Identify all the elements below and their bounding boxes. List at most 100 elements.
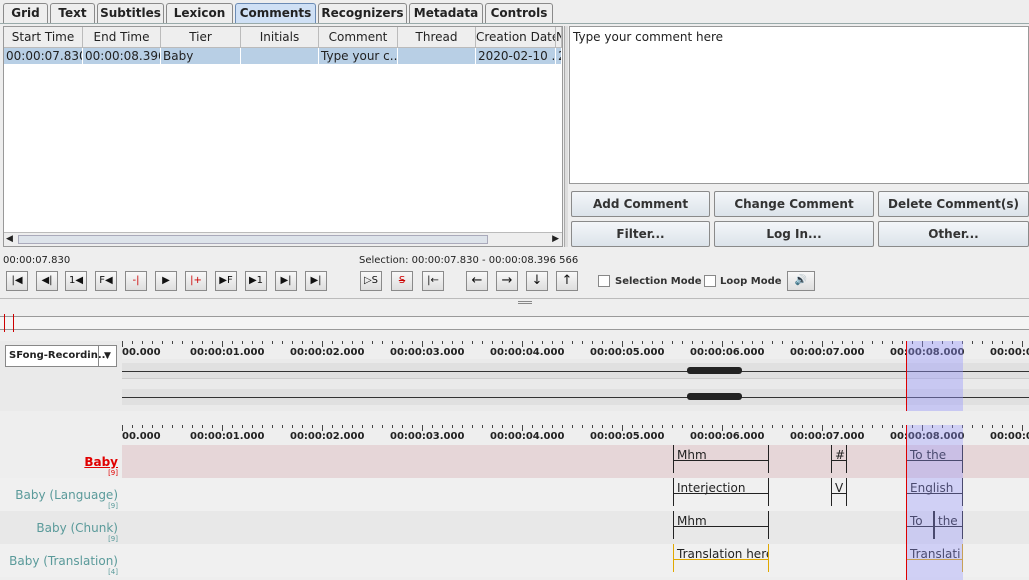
comment-textarea[interactable]: Type your comment here: [569, 26, 1029, 184]
annotation[interactable]: Interjection: [673, 478, 769, 506]
play-button[interactable]: ▶: [155, 271, 177, 291]
col-creation-date[interactable]: Creation Date: [476, 27, 556, 48]
tier-label-baby-translation[interactable]: Baby (Translation) [4]: [0, 544, 122, 577]
panel-splitter[interactable]: [564, 26, 568, 247]
go-to-begin-button[interactable]: |◀: [6, 271, 28, 291]
clear-selection-button[interactable]: S: [391, 271, 413, 291]
tier-row-baby-chunk[interactable]: Baby (Chunk) [9] Mhm To the: [0, 511, 1029, 544]
ruler-tick: [272, 425, 273, 428]
col-tier[interactable]: Tier: [161, 27, 241, 48]
annotation-viewer: 00.000 00:00:01.000 00:00:02.000 00:00:03.0…: [0, 421, 1029, 580]
horizontal-splitter[interactable]: [0, 298, 1029, 306]
ruler-tick: [882, 341, 883, 344]
delete-comments-button[interactable]: Delete Comment(s): [878, 191, 1029, 217]
step-back-frame-button[interactable]: F◀: [95, 271, 117, 291]
tier-row-baby-language[interactable]: Baby (Language) [9] Interjection V Engli…: [0, 478, 1029, 511]
ruler-tick-label: 00.000: [122, 431, 161, 442]
annotation[interactable]: English: [906, 478, 963, 506]
cell-creation-date: 2020-02-10 ...: [478, 48, 556, 64]
col-initials[interactable]: Initials: [241, 27, 319, 48]
col-start-time[interactable]: Start Time: [4, 27, 83, 48]
play-selection-button[interactable]: ▷S: [360, 271, 382, 291]
ruler-tick: [442, 341, 443, 344]
chevron-down-icon[interactable]: ▼: [98, 346, 116, 366]
tab-subtitles[interactable]: Subtitles: [97, 3, 164, 23]
tier-row-baby[interactable]: Baby [9] Mhm # To the: [0, 445, 1029, 478]
selection-end-button[interactable]: |+: [185, 271, 207, 291]
add-comment-button[interactable]: Add Comment: [571, 191, 710, 217]
selection-mode-checkbox[interactable]: [598, 275, 610, 287]
down-arrow-button[interactable]: ↓: [526, 271, 548, 291]
col-n[interactable]: N: [556, 27, 562, 48]
login-button[interactable]: Log In...: [714, 221, 874, 247]
filter-button[interactable]: Filter...: [571, 221, 710, 247]
tab-controls[interactable]: Controls: [485, 3, 553, 23]
ruler-tick: [402, 341, 403, 344]
annotation[interactable]: To the: [906, 445, 963, 473]
ruler-tick: [682, 341, 683, 344]
selection-mode-label: Selection Mode: [615, 276, 702, 287]
ruler-tick-label: 00:00:04.000: [490, 431, 565, 442]
tab-metadata[interactable]: Metadata: [409, 3, 483, 23]
ruler-tick: [142, 341, 143, 344]
previous-frame-button[interactable]: ◀|: [36, 271, 58, 291]
annotation[interactable]: #: [831, 445, 847, 473]
tier-row-baby-translation[interactable]: Baby (Translation) [4] Translation here …: [0, 544, 1029, 577]
annotation[interactable]: the: [934, 511, 963, 539]
annotation[interactable]: Translation here: [673, 544, 769, 572]
ruler-tick: [412, 425, 413, 428]
tab-recognizers[interactable]: Recognizers: [318, 3, 407, 23]
up-arrow-button[interactable]: ↑: [556, 271, 578, 291]
go-to-end-button[interactable]: ▶|: [305, 271, 327, 291]
next-frame-button[interactable]: ▶|: [275, 271, 297, 291]
col-thread[interactable]: Thread: [398, 27, 476, 48]
horizontal-scrollbar[interactable]: ◀ ▶: [4, 232, 562, 246]
change-comment-button[interactable]: Change Comment: [714, 191, 874, 217]
step-back-1s-button[interactable]: 1◀: [65, 271, 87, 291]
right-arrow-button[interactable]: →: [496, 271, 518, 291]
scroll-left-icon[interactable]: ◀: [6, 234, 13, 244]
scroll-thumb[interactable]: [18, 235, 488, 244]
step-forward-frame-button[interactable]: ▶F: [215, 271, 237, 291]
ruler-tick: [632, 341, 633, 344]
ruler-tick: [252, 341, 253, 344]
cell-comment: Type your c...: [321, 48, 398, 64]
tier-label-baby[interactable]: Baby [9]: [0, 445, 122, 478]
tab-lexicon[interactable]: Lexicon: [166, 3, 233, 23]
other-button[interactable]: Other...: [878, 221, 1029, 247]
ruler-tick: [432, 341, 433, 344]
step-forward-1s-button[interactable]: ▶1: [245, 271, 267, 291]
ruler-tick-label: 00:00:06.000: [690, 431, 765, 442]
ruler-tick: [832, 425, 833, 428]
table-row[interactable]: 00:00:07.830 00:00:08.396 Baby Type your…: [4, 48, 562, 64]
annotation[interactable]: To: [906, 511, 934, 539]
media-file-select[interactable]: SFong-Recordin... ▼: [5, 345, 117, 367]
ruler-tick: [862, 341, 863, 344]
col-end-time[interactable]: End Time: [83, 27, 161, 48]
left-arrow-button[interactable]: ←: [466, 271, 488, 291]
annotation[interactable]: Mhm: [673, 511, 769, 539]
annotation[interactable]: Translati: [906, 544, 963, 572]
ruler-tick-label: 00:00:01.000: [190, 431, 265, 442]
tab-text[interactable]: Text: [50, 3, 95, 23]
volume-icon[interactable]: 🔊: [787, 271, 815, 291]
selection-jump-button[interactable]: |←: [422, 271, 444, 291]
scroll-right-icon[interactable]: ▶: [552, 234, 559, 244]
ruler-tick: [672, 425, 673, 428]
tab-grid[interactable]: Grid: [3, 3, 48, 23]
overview-cursor[interactable]: [4, 314, 14, 332]
ruler-tick: [812, 425, 813, 428]
tier-label-baby-language[interactable]: Baby (Language) [9]: [0, 478, 122, 511]
timeline-overview[interactable]: [0, 314, 1029, 332]
annotation[interactable]: Mhm: [673, 445, 769, 473]
annotation[interactable]: V: [831, 478, 847, 506]
ruler-tick: [652, 341, 653, 344]
media-file-name: SFong-Recordin...: [9, 350, 110, 361]
ruler-tick: [422, 425, 423, 431]
col-comment[interactable]: Comment: [319, 27, 398, 48]
tier-label-baby-chunk[interactable]: Baby (Chunk) [9]: [0, 511, 122, 544]
loop-mode-checkbox[interactable]: [704, 275, 716, 287]
ruler-tick: [712, 425, 713, 428]
tab-comments[interactable]: Comments: [235, 3, 316, 23]
selection-begin-button[interactable]: -|: [125, 271, 147, 291]
